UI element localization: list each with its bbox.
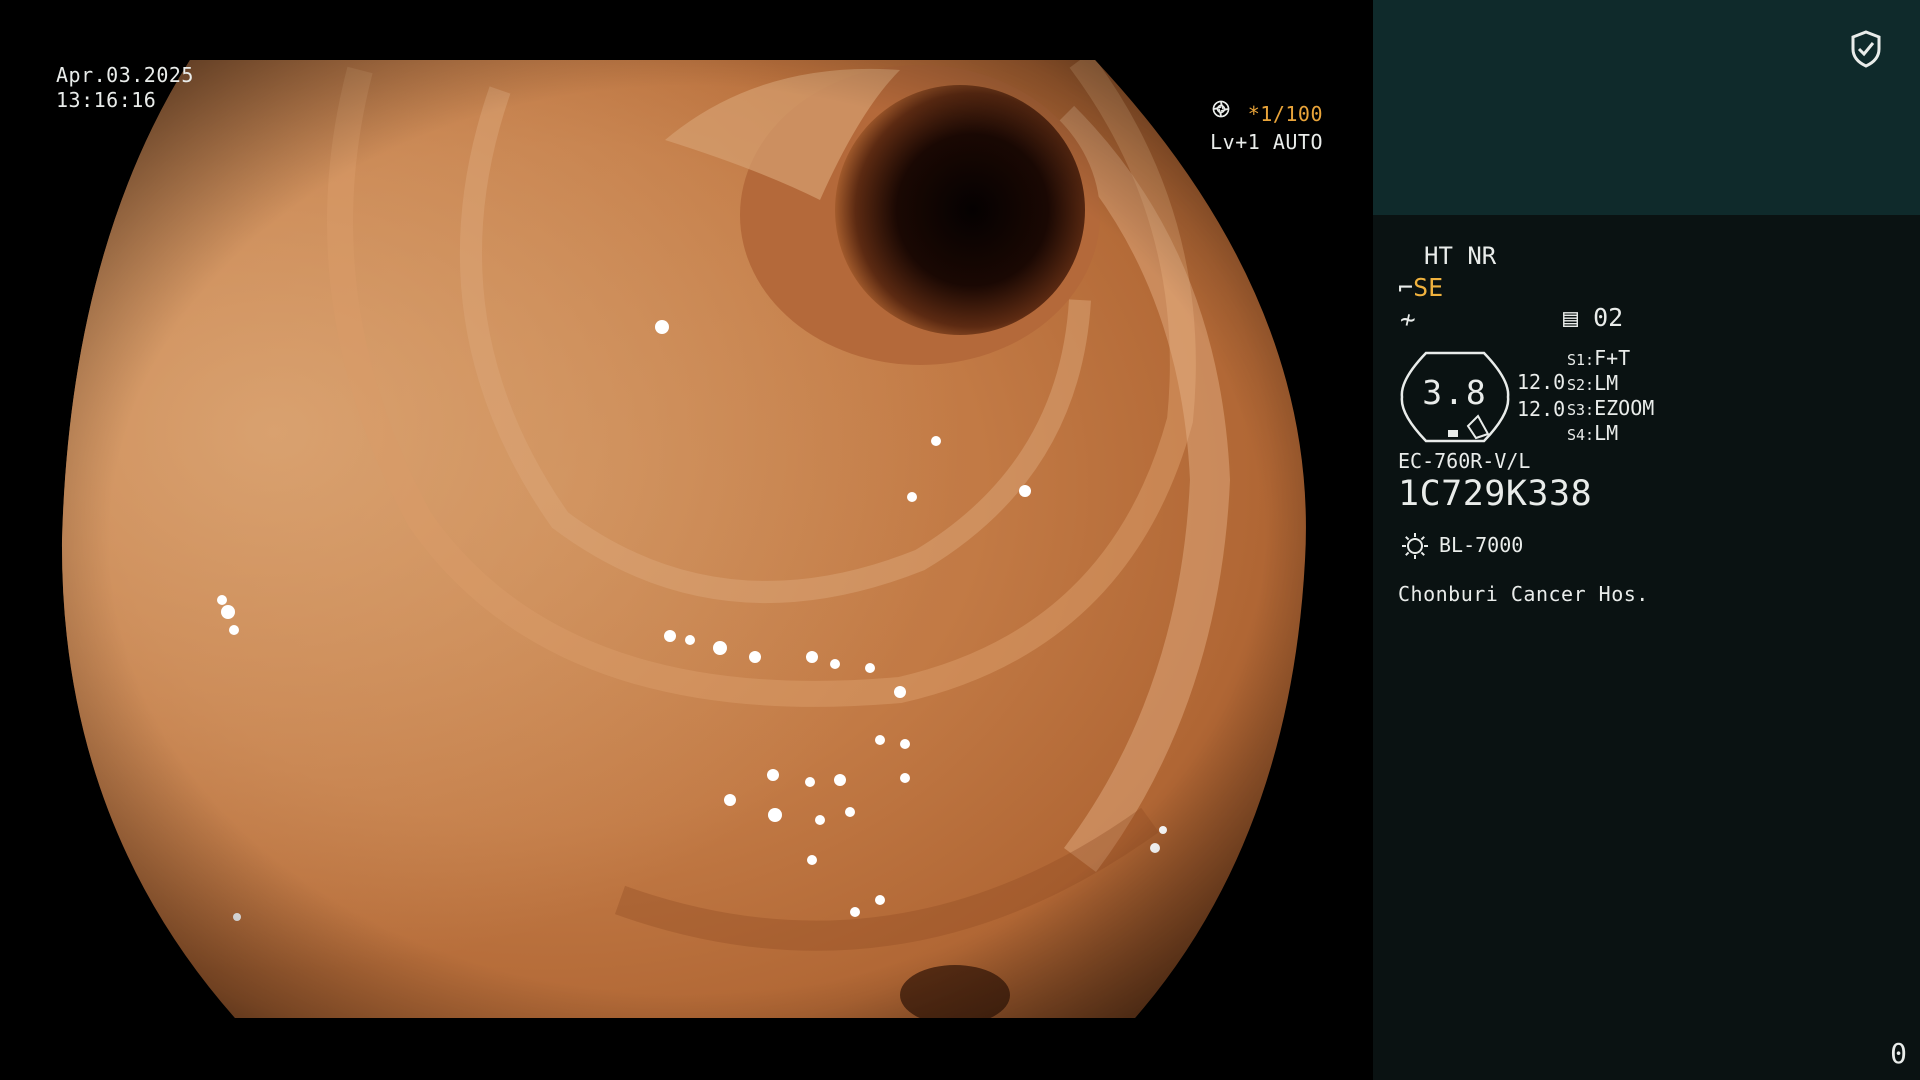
- switch-3: S3:EZOOM: [1567, 396, 1654, 420]
- shield-check-icon: [1851, 30, 1881, 68]
- scope-serial: 1C729K338: [1398, 474, 1593, 514]
- switch-key: S4:: [1567, 426, 1595, 444]
- zoom-value: 3.8: [1422, 373, 1488, 412]
- panel-header-area: [1373, 0, 1920, 215]
- date-text: Apr.03.2025: [56, 63, 194, 87]
- light-source-icon: [1402, 533, 1428, 559]
- switch-key: S1:: [1567, 351, 1595, 369]
- endoscope-video: Apr.03.2025 13:16:16 *1/100 Lv+1 AUTO: [0, 0, 1373, 1080]
- light-source-model: BL-7000: [1439, 533, 1524, 557]
- switch-value: LM: [1594, 371, 1619, 395]
- switch-value: F+T: [1594, 346, 1631, 370]
- switch-key: S3:: [1567, 401, 1595, 419]
- switch-1: S1:F+T: [1567, 346, 1630, 370]
- switch-value: EZOOM: [1594, 396, 1655, 420]
- switch-key: S2:: [1567, 376, 1595, 394]
- switch-4: S4:LM: [1567, 421, 1618, 445]
- gauge-value-2: 12.0: [1517, 397, 1566, 421]
- enhancement-mode: HT NR: [1424, 242, 1497, 270]
- iris-mode: Lv+1 AUTO: [1210, 130, 1323, 154]
- datetime-readout: Apr.03.2025 13:16:16: [56, 63, 194, 113]
- exposure-readout: *1/100 Lv+1 AUTO: [1210, 100, 1323, 156]
- switch-value: LM: [1594, 421, 1619, 445]
- structure-icon: ⌐: [1398, 273, 1414, 302]
- color-enhancement-value: 02: [1593, 303, 1624, 332]
- image-counter: 0: [1890, 1037, 1907, 1070]
- color-enhancement-icon: ▤: [1563, 303, 1579, 332]
- shutter-speed: *1/100: [1247, 102, 1323, 126]
- iris-icon: [1212, 100, 1230, 118]
- structure-mode: SE: [1413, 273, 1444, 302]
- hospital-name: Chonburi Cancer Hos.: [1398, 582, 1649, 606]
- endoscopic-image: [61, 60, 1306, 1018]
- switch-2: S2:LM: [1567, 371, 1618, 395]
- info-panel: HT NR ⌐SE ≁ ▤ 02 3.8 12.0 12.0 S1:F+T S2…: [1373, 0, 1920, 1080]
- gauge-value-1: 12.0: [1517, 370, 1566, 394]
- structure-enhancement: ⌐SE: [1398, 273, 1443, 302]
- contrast-icon: ≁: [1400, 305, 1416, 335]
- time-text: 13:16:16: [56, 88, 157, 112]
- scope-model: EC-760R-V/L: [1398, 449, 1531, 473]
- color-enhancement: ▤ 02: [1563, 303, 1623, 332]
